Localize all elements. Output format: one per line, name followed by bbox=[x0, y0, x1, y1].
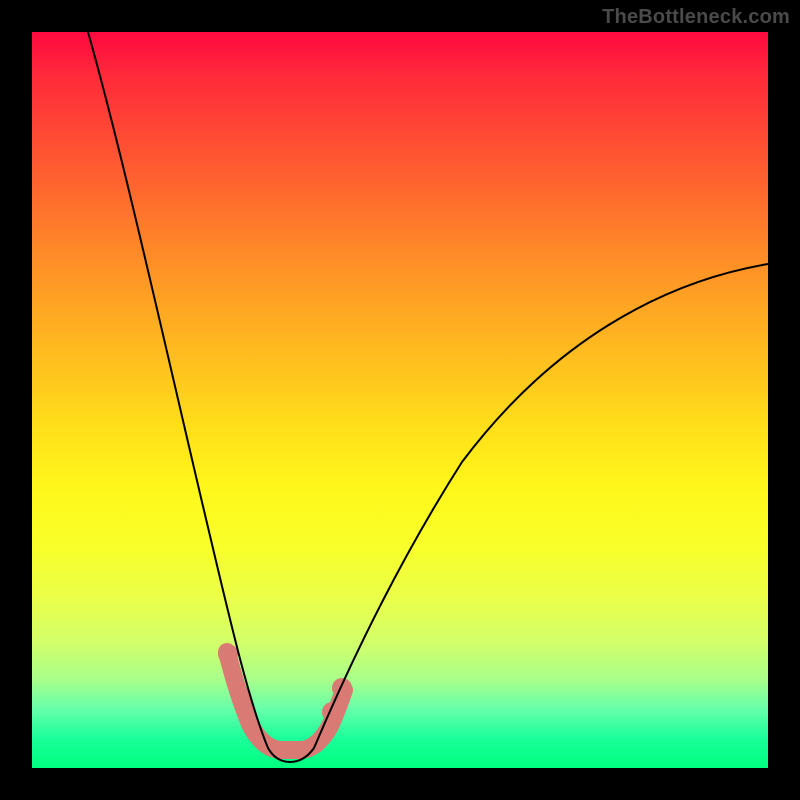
chart-frame: TheBottleneck.com bbox=[0, 0, 800, 800]
watermark-text: TheBottleneck.com bbox=[602, 6, 790, 29]
plot-area bbox=[32, 32, 768, 768]
band-node bbox=[218, 644, 238, 664]
curve-layer bbox=[32, 32, 768, 768]
curve-right-branch bbox=[290, 264, 768, 762]
band-node bbox=[332, 678, 352, 698]
curve-left-branch bbox=[88, 32, 290, 762]
optimal-band-group bbox=[218, 644, 352, 750]
